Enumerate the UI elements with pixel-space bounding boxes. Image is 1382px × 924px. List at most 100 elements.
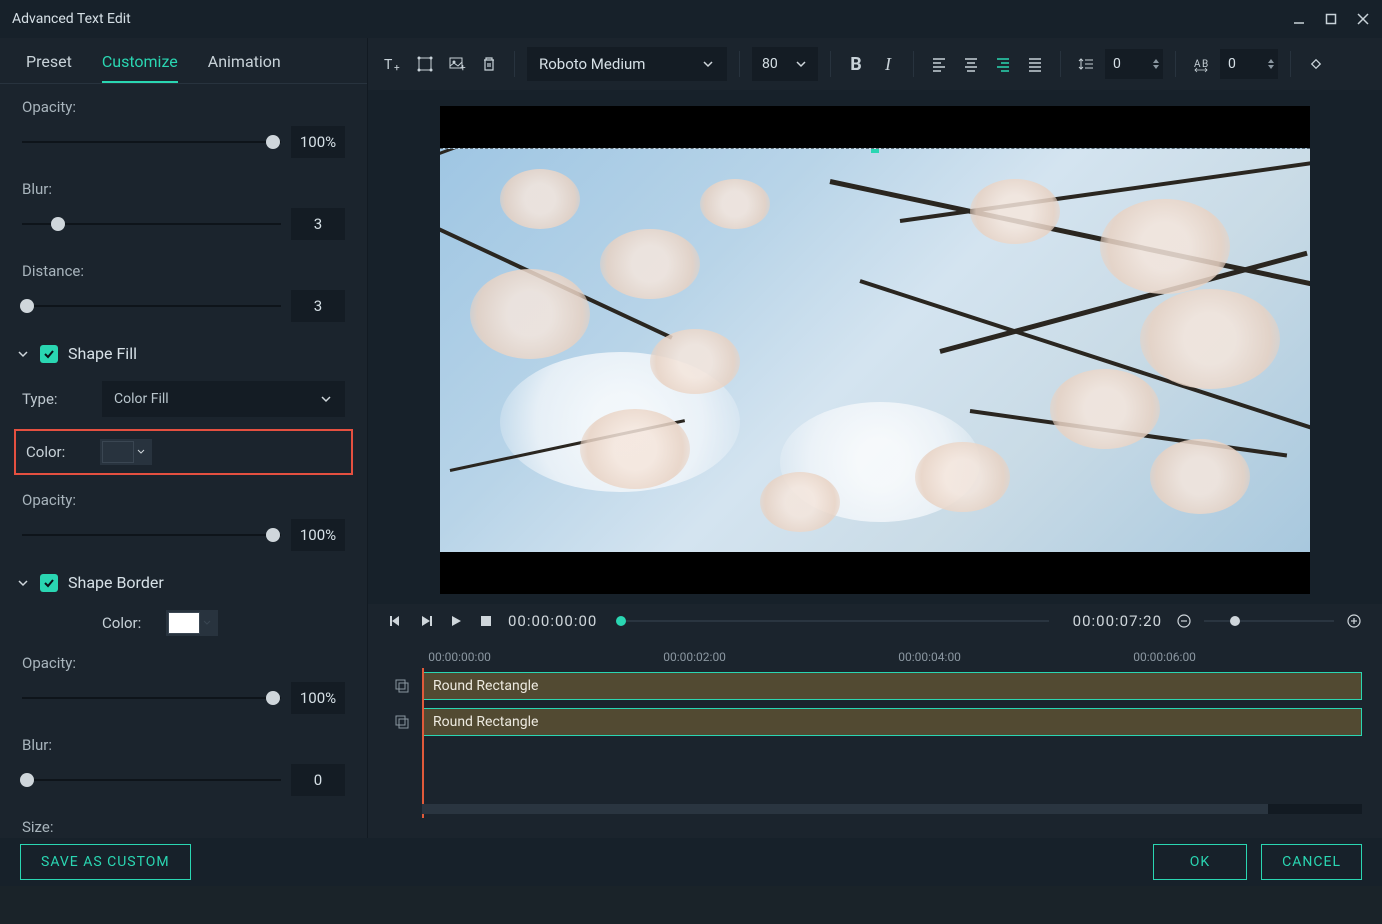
- prev-frame-icon[interactable]: [388, 613, 404, 629]
- size-value: 80: [762, 56, 778, 72]
- keyframe-icon[interactable]: [1303, 51, 1329, 77]
- chevron-down-icon: [701, 57, 715, 71]
- shape-border-blur-slider[interactable]: [22, 779, 281, 781]
- distance-slider[interactable]: [22, 305, 281, 307]
- video-canvas[interactable]: [440, 106, 1310, 594]
- close-icon[interactable]: [1356, 12, 1370, 26]
- shape-fill-checkbox[interactable]: [40, 345, 58, 363]
- blur-slider[interactable]: [22, 223, 281, 225]
- delete-icon[interactable]: [476, 51, 502, 77]
- shape-fill-color-highlighted: Color:: [14, 429, 353, 475]
- transform-icon[interactable]: [412, 51, 438, 77]
- shape-border-blur-value[interactable]: 0: [291, 764, 345, 796]
- clip-label: Round Rectangle: [433, 714, 538, 730]
- shape-fill-color-picker[interactable]: [100, 439, 152, 465]
- align-left-icon[interactable]: [926, 51, 952, 77]
- play-simple-icon[interactable]: [448, 613, 464, 629]
- cancel-button[interactable]: CANCEL: [1261, 844, 1362, 880]
- blur-label: Blur:: [22, 180, 345, 198]
- right-pane: T+ + Roboto Medium 80 B I: [368, 38, 1382, 838]
- video-frame-image: [440, 148, 1310, 552]
- layer-icon[interactable]: [388, 708, 416, 736]
- shape-border-size-label: Size:: [22, 818, 345, 836]
- shape-fill-opacity-value[interactable]: 100%: [291, 519, 345, 551]
- shape-fill-header[interactable]: Shape Fill: [16, 344, 345, 363]
- shape-border-color-picker[interactable]: [166, 610, 218, 636]
- scrubber[interactable]: [621, 620, 1048, 622]
- stop-icon[interactable]: [478, 613, 494, 629]
- shape-border-color-label: Color:: [102, 614, 146, 632]
- bold-icon[interactable]: B: [843, 51, 869, 77]
- spinner-up-icon[interactable]: [1153, 59, 1159, 63]
- shape-border-opacity-slider[interactable]: [22, 697, 281, 699]
- play-icon[interactable]: [418, 613, 434, 629]
- svg-text:+: +: [394, 63, 400, 73]
- align-justify-icon[interactable]: [1022, 51, 1048, 77]
- transport-bar: 00:00:00:00 00:00:07:20: [368, 604, 1382, 638]
- chevron-down-icon: [202, 618, 212, 628]
- opacity-value[interactable]: 100%: [291, 126, 345, 158]
- add-text-icon[interactable]: T+: [380, 51, 406, 77]
- layer-icon[interactable]: [388, 672, 416, 700]
- tab-customize[interactable]: Customize: [102, 52, 178, 83]
- align-right-icon[interactable]: [990, 51, 1016, 77]
- scrubber-thumb[interactable]: [616, 616, 626, 626]
- time-ruler[interactable]: 00:00:00:00 00:00:02:00 00:00:04:00 00:0…: [422, 638, 1362, 668]
- chevron-down-icon: [136, 447, 146, 457]
- add-image-icon[interactable]: +: [444, 51, 470, 77]
- minimize-icon[interactable]: [1292, 12, 1306, 26]
- duration-time: 00:00:07:20: [1073, 612, 1162, 630]
- chevron-down-icon: [16, 576, 30, 590]
- clip[interactable]: Round Rectangle: [422, 708, 1362, 736]
- zoom-slider[interactable]: [1204, 620, 1334, 622]
- font-value: Roboto Medium: [539, 55, 645, 73]
- spinner-down-icon[interactable]: [1153, 65, 1159, 69]
- clip[interactable]: Round Rectangle: [422, 672, 1362, 700]
- shape-fill-title: Shape Fill: [68, 344, 137, 363]
- type-label: Type:: [22, 390, 82, 408]
- ruler-label: 00:00:02:00: [663, 650, 726, 664]
- shape-fill-opacity-slider[interactable]: [22, 534, 281, 536]
- scrollbar-thumb[interactable]: [422, 804, 1268, 814]
- zoom-out-icon[interactable]: [1176, 613, 1192, 629]
- distance-value[interactable]: 3: [291, 290, 345, 322]
- chevron-down-icon: [794, 57, 808, 71]
- shape-border-opacity-value[interactable]: 100%: [291, 682, 345, 714]
- char-spacing-icon[interactable]: AB: [1188, 51, 1214, 77]
- save-as-custom-button[interactable]: SAVE AS CUSTOM: [20, 844, 191, 880]
- svg-text:T: T: [384, 57, 393, 73]
- tab-preset[interactable]: Preset: [26, 52, 72, 83]
- line-spacing-value: 0: [1113, 56, 1121, 72]
- type-dropdown[interactable]: Color Fill: [102, 381, 345, 417]
- sidebar-tabs: Preset Customize Animation: [0, 42, 367, 84]
- window-title: Advanced Text Edit: [12, 11, 131, 27]
- font-dropdown[interactable]: Roboto Medium: [527, 47, 727, 81]
- align-center-icon[interactable]: [958, 51, 984, 77]
- ok-button[interactable]: OK: [1153, 844, 1247, 880]
- text-toolbar: T+ + Roboto Medium 80 B I: [368, 38, 1382, 90]
- maximize-icon[interactable]: [1324, 12, 1338, 26]
- line-spacing-icon[interactable]: [1073, 51, 1099, 77]
- shape-border-blur-label: Blur:: [22, 736, 345, 754]
- zoom-in-icon[interactable]: [1346, 613, 1362, 629]
- font-size-dropdown[interactable]: 80: [752, 47, 818, 81]
- selection-handle[interactable]: [871, 148, 879, 153]
- zoom-thumb[interactable]: [1230, 616, 1240, 626]
- timeline: 00:00:00:00 00:00:02:00 00:00:04:00 00:0…: [368, 638, 1382, 838]
- shape-border-opacity-label: Opacity:: [22, 654, 345, 672]
- line-spacing-input[interactable]: 0: [1105, 49, 1163, 79]
- italic-icon[interactable]: I: [875, 51, 901, 77]
- timeline-scrollbar[interactable]: [422, 804, 1362, 814]
- shape-border-header[interactable]: Shape Border: [16, 573, 345, 592]
- spinner-down-icon[interactable]: [1268, 65, 1274, 69]
- playhead[interactable]: [422, 668, 424, 818]
- shape-border-title: Shape Border: [68, 573, 164, 592]
- tab-animation[interactable]: Animation: [208, 52, 281, 83]
- blur-value[interactable]: 3: [291, 208, 345, 240]
- customize-panel: Opacity: 100% Blur: 3 Distance: 3 Shape …: [0, 84, 367, 838]
- titlebar: Advanced Text Edit: [0, 0, 1382, 38]
- opacity-slider[interactable]: [22, 141, 281, 143]
- shape-border-checkbox[interactable]: [40, 574, 58, 592]
- char-spacing-input[interactable]: 0: [1220, 49, 1278, 79]
- spinner-up-icon[interactable]: [1268, 59, 1274, 63]
